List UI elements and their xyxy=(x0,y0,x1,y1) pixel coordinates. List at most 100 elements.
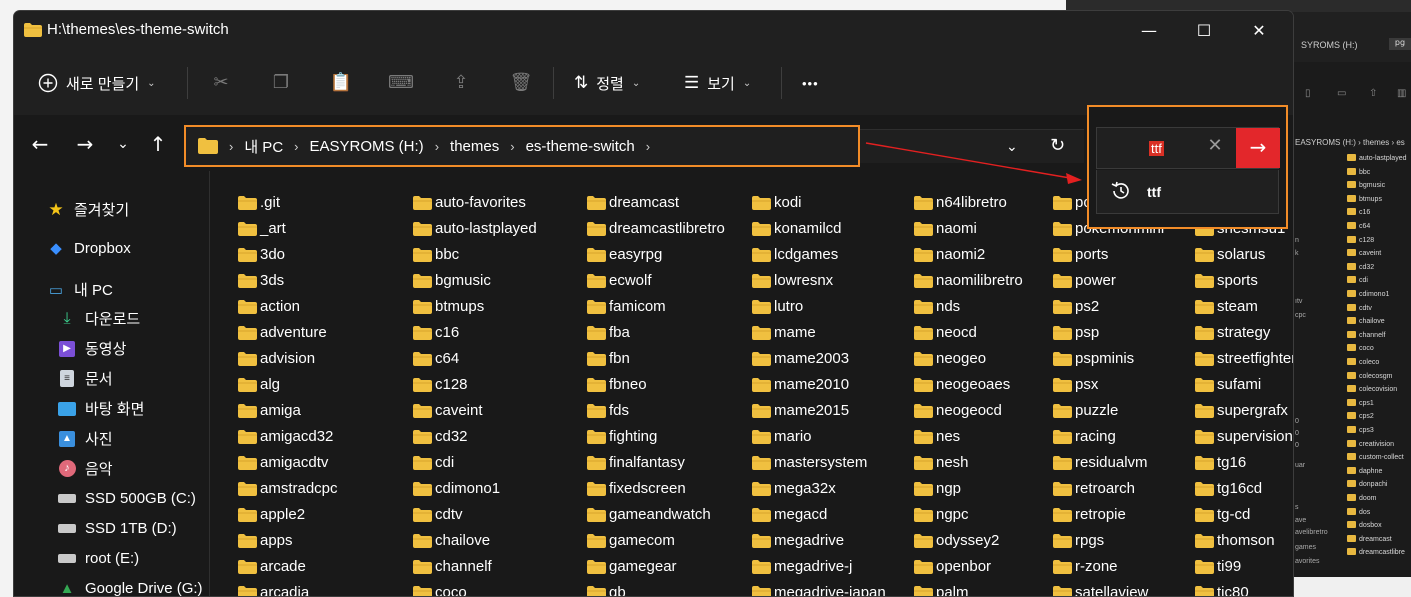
folder-item[interactable]: fbn xyxy=(587,350,630,367)
breadcrumb-item[interactable]: themes xyxy=(450,138,499,155)
background-sidebar-item[interactable]: 0 xyxy=(1295,418,1299,425)
folder-item[interactable]: fds xyxy=(587,402,629,419)
background-folder-item[interactable]: cd32 xyxy=(1347,263,1374,271)
background-sidebar-item[interactable]: k xyxy=(1295,250,1299,257)
sidebar-item[interactable]: ▲ 사진 xyxy=(57,428,113,449)
sidebar-item[interactable]: ≡ 문서 xyxy=(57,368,113,389)
sidebar-item[interactable]: ▶ 동영상 xyxy=(57,338,126,359)
folder-item[interactable]: mario xyxy=(752,428,812,445)
folder-item[interactable]: sports xyxy=(1195,272,1258,289)
background-folder-item[interactable]: colecosgm xyxy=(1347,372,1392,380)
folder-item[interactable]: naomi xyxy=(914,220,977,237)
folder-item[interactable]: action xyxy=(238,298,300,315)
folder-item[interactable]: ps2 xyxy=(1053,298,1099,315)
title-bar[interactable]: H:\themes\es-theme-switch — ☐ ✕ xyxy=(14,11,1293,51)
sidebar-item[interactable]: 바탕 화면 xyxy=(57,398,144,419)
folder-item[interactable]: palm xyxy=(914,584,969,596)
share-button[interactable]: ⇪ xyxy=(448,71,474,95)
maximize-button[interactable]: ☐ xyxy=(1181,17,1227,47)
folder-item[interactable]: .git xyxy=(238,194,280,211)
folder-item[interactable]: retropie xyxy=(1053,506,1126,523)
paste-button[interactable]: 📋 xyxy=(328,71,354,95)
address-history-button[interactable]: ⌄ xyxy=(1006,139,1018,155)
search-suggestion[interactable]: ttf xyxy=(1096,170,1279,214)
folder-item[interactable]: odyssey2 xyxy=(914,532,999,549)
background-folder-item[interactable]: chailove xyxy=(1347,317,1385,325)
background-explorer-window[interactable]: SYROMS (H:) pg ▯ ▭ ⇧ ▥ EASYROMS (H:) › t… xyxy=(1290,12,1411,577)
background-folder-item[interactable]: dreamcast xyxy=(1347,535,1392,543)
folder-item[interactable]: amiga xyxy=(238,402,301,419)
folder-item[interactable]: auto-favorites xyxy=(413,194,526,211)
folder-item[interactable]: thomson xyxy=(1195,532,1275,549)
folder-item[interactable]: puzzle xyxy=(1053,402,1118,419)
folder-item[interactable]: n64libretro xyxy=(914,194,1007,211)
background-sidebar-item[interactable]: avorites xyxy=(1295,558,1320,565)
background-folder-item[interactable]: c64 xyxy=(1347,222,1370,230)
folder-item[interactable]: amigacdtv xyxy=(238,454,328,471)
folder-item[interactable]: apps xyxy=(238,532,293,549)
folder-item[interactable]: btmups xyxy=(413,298,484,315)
folder-item[interactable]: bbc xyxy=(413,246,459,263)
view-button[interactable]: ☰ 보기 ⌄ xyxy=(684,71,751,95)
folder-item[interactable]: fbneo xyxy=(587,376,647,393)
folder-item[interactable]: openbor xyxy=(914,558,991,575)
folder-item[interactable]: mame2010 xyxy=(752,376,849,393)
address-bar[interactable]: › 내 PC › EASYROMS (H:) › themes › es-the… xyxy=(184,125,860,167)
folder-item[interactable]: strategy xyxy=(1195,324,1270,341)
background-folder-item[interactable]: bbc xyxy=(1347,168,1370,176)
folder-item[interactable]: c128 xyxy=(413,376,468,393)
folder-item[interactable]: bgmusic xyxy=(413,272,491,289)
background-sidebar-item[interactable]: avelibretro xyxy=(1295,529,1328,536)
folder-item[interactable]: cdtv xyxy=(413,506,463,523)
background-folder-item[interactable]: donpachi xyxy=(1347,480,1387,488)
folder-item[interactable]: megadrive-j xyxy=(752,558,852,575)
folder-item[interactable]: psp xyxy=(1053,324,1099,341)
folder-item[interactable]: arcade xyxy=(238,558,306,575)
sidebar-item[interactable]: ★ 즐겨찾기 xyxy=(46,199,129,220)
delete-button[interactable]: 🗑 xyxy=(508,71,534,95)
folder-item[interactable]: megadrive-japan xyxy=(752,584,886,596)
folder-item[interactable]: c64 xyxy=(413,350,459,367)
folder-item[interactable]: tg16cd xyxy=(1195,480,1262,497)
breadcrumb-item[interactable]: EASYROMS (H:) xyxy=(310,138,424,155)
background-folder-item[interactable]: c16 xyxy=(1347,208,1370,216)
folder-item[interactable]: cdi xyxy=(413,454,454,471)
folder-item[interactable]: chailove xyxy=(413,532,490,549)
background-sidebar-item[interactable]: cpc xyxy=(1295,312,1306,319)
folder-item[interactable]: mega32x xyxy=(752,480,836,497)
folder-item[interactable]: megadrive xyxy=(752,532,844,549)
search-query[interactable]: ttf xyxy=(1149,141,1164,156)
folder-item[interactable]: mame2015 xyxy=(752,402,849,419)
background-folder-item[interactable]: creativision xyxy=(1347,440,1394,448)
sidebar-item[interactable]: root (E:) xyxy=(57,549,139,567)
folder-item[interactable]: apple2 xyxy=(238,506,305,523)
folder-item[interactable]: lutro xyxy=(752,298,803,315)
background-folder-item[interactable]: btmups xyxy=(1347,195,1382,203)
folder-item[interactable]: konamilcd xyxy=(752,220,842,237)
folder-item[interactable]: famicom xyxy=(587,298,666,315)
forward-button[interactable]: → xyxy=(73,133,97,157)
folder-item[interactable]: pspminis xyxy=(1053,350,1134,367)
background-folder-item[interactable]: cdtv xyxy=(1347,304,1372,312)
folder-item[interactable]: 3ds xyxy=(238,272,284,289)
sidebar-item[interactable]: ▭ 내 PC xyxy=(46,279,113,300)
background-folder-item[interactable]: daphne xyxy=(1347,467,1382,475)
folder-item[interactable]: mame2003 xyxy=(752,350,849,367)
background-folder-item[interactable]: caveint xyxy=(1347,249,1381,257)
folder-item[interactable]: advision xyxy=(238,350,315,367)
search-input[interactable]: ttf ✕ → xyxy=(1096,127,1280,169)
folder-item[interactable]: steam xyxy=(1195,298,1258,315)
folder-item[interactable]: auto-lastplayed xyxy=(413,220,537,237)
folder-item[interactable]: ports xyxy=(1053,246,1108,263)
folder-item[interactable]: fixedscreen xyxy=(587,480,686,497)
background-sidebar-item[interactable]: 0 xyxy=(1295,430,1299,437)
background-folder-item[interactable]: dos xyxy=(1347,508,1370,516)
folder-item[interactable]: _art xyxy=(238,220,286,237)
folder-item[interactable]: finalfantasy xyxy=(587,454,685,471)
sidebar-item[interactable]: SSD 1TB (D:) xyxy=(57,519,177,537)
folder-item[interactable]: coco xyxy=(413,584,467,596)
close-button[interactable]: ✕ xyxy=(1236,17,1282,47)
folder-item[interactable]: megacd xyxy=(752,506,827,523)
folder-item[interactable]: fba xyxy=(587,324,630,341)
folder-item[interactable]: nds xyxy=(914,298,960,315)
